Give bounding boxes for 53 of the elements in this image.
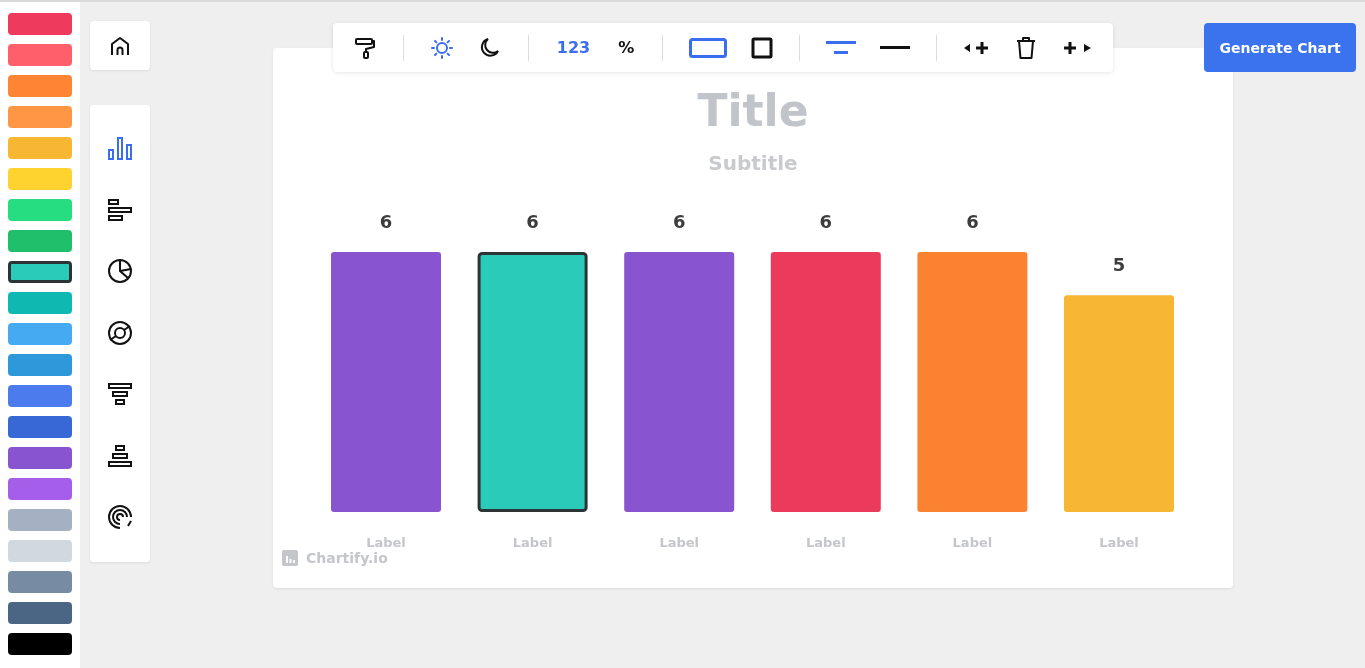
bar[interactable] xyxy=(477,252,588,512)
category-label: Label xyxy=(512,535,553,550)
donut-chart-type-button[interactable] xyxy=(106,318,134,347)
sun-button[interactable] xyxy=(429,35,454,60)
watermark-text: Chartify.io xyxy=(306,550,388,566)
value-label: 6 xyxy=(379,211,393,232)
column-chart-type-button[interactable] xyxy=(106,134,134,162)
color-swatch[interactable] xyxy=(8,571,72,593)
paint-roller-button[interactable] xyxy=(353,35,377,60)
color-swatch[interactable] xyxy=(8,44,72,66)
value-format-button[interactable]: % xyxy=(616,34,637,61)
value-label: 6 xyxy=(672,211,686,232)
category-label: Label xyxy=(952,535,993,550)
color-swatch[interactable] xyxy=(8,292,72,314)
color-swatch[interactable] xyxy=(8,230,72,252)
color-swatch[interactable] xyxy=(8,540,72,562)
color-swatch[interactable] xyxy=(8,633,72,655)
funnel-chart-type-button[interactable] xyxy=(106,380,134,408)
square-button[interactable] xyxy=(751,36,774,59)
color-swatch[interactable] xyxy=(8,602,72,624)
color-swatch[interactable] xyxy=(8,261,72,283)
color-swatch[interactable] xyxy=(8,75,72,97)
bar-chart-logo-icon xyxy=(282,550,298,566)
value-label: 6 xyxy=(526,211,539,232)
trash-button[interactable] xyxy=(1014,35,1037,60)
color-swatch[interactable] xyxy=(8,13,72,35)
radial-chart-type-button[interactable] xyxy=(106,503,134,531)
home-button[interactable] xyxy=(90,21,150,70)
value-format-button[interactable]: 123 xyxy=(554,34,593,61)
color-swatch[interactable] xyxy=(8,199,72,221)
value-label: 6 xyxy=(966,211,979,232)
color-swatch[interactable] xyxy=(8,478,72,500)
category-label: Label xyxy=(1099,535,1139,550)
color-swatch[interactable] xyxy=(8,416,72,438)
value-label: 5 xyxy=(1112,254,1126,276)
category-label: Label xyxy=(366,535,406,550)
color-swatch[interactable] xyxy=(8,137,72,159)
home-icon xyxy=(109,34,131,57)
color-swatch[interactable] xyxy=(8,106,72,128)
pie-chart-type-button[interactable] xyxy=(106,257,134,285)
value-label: 6 xyxy=(819,211,833,232)
color-swatch[interactable] xyxy=(8,354,72,376)
line-button[interactable] xyxy=(880,46,911,49)
color-swatch[interactable] xyxy=(8,168,72,190)
centered-lines-button[interactable] xyxy=(826,41,857,54)
color-swatch[interactable] xyxy=(8,447,72,469)
category-label: Label xyxy=(806,535,846,550)
color-swatch[interactable] xyxy=(8,385,72,407)
color-swatch[interactable] xyxy=(8,323,72,345)
category-label: Label xyxy=(659,535,699,550)
rectangle-button[interactable] xyxy=(689,36,728,59)
color-swatch[interactable] xyxy=(8,509,72,531)
generate-chart-button[interactable]: Generate Chart xyxy=(1204,23,1356,72)
